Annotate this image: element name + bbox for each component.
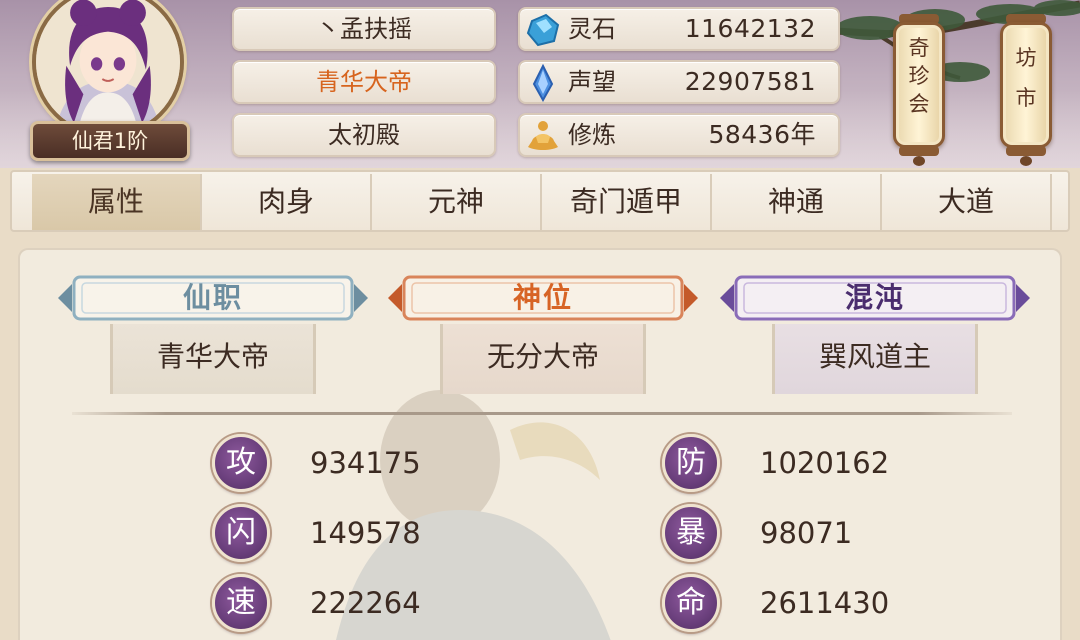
stat-value: 149578 — [310, 516, 421, 550]
lantern-cap — [1006, 146, 1046, 156]
meditation-icon — [528, 121, 558, 150]
treasure-fair-text: 奇珍会 — [908, 36, 930, 116]
rank-ribbon: 混沌 — [720, 272, 1030, 324]
stat-badge: 防 — [662, 434, 720, 492]
stat-value: 222264 — [310, 586, 421, 620]
resource-value: 22907581 — [684, 67, 816, 96]
resource-label: 修炼 — [568, 121, 616, 149]
lantern-tassel — [1020, 156, 1032, 166]
rank-value: 青华大帝 — [110, 324, 316, 394]
top-header: 仙君1阶 丶孟扶摇 青华大帝 太初殿 灵石 11642132 声望 229075… — [0, 0, 1080, 168]
stat-attack: 攻 934175 — [212, 434, 512, 494]
rank-ribbon: 仙职 — [58, 272, 368, 324]
attributes-panel: 仙职 青华大帝 神位 无分大帝 混沌 巽风道主 攻 934175 防 10201… — [18, 248, 1062, 640]
realm-rank-plate: 仙君1阶 — [30, 121, 190, 161]
tab-attributes[interactable]: 属性 — [32, 174, 202, 230]
stat-health: 命 2611430 — [662, 574, 962, 634]
player-name: 丶孟扶摇 — [232, 7, 496, 51]
market-button[interactable]: 坊市 — [1000, 12, 1052, 166]
stat-badge: 闪 — [212, 504, 270, 562]
stat-badge: 命 — [662, 574, 720, 632]
stat-defense: 防 1020162 — [662, 434, 962, 494]
stat-value: 98071 — [760, 516, 853, 550]
stat-value: 934175 — [310, 446, 421, 480]
tab-body[interactable]: 肉身 — [202, 174, 372, 230]
resource-spirit-stone: 灵石 11642132 — [518, 7, 840, 51]
resource-prestige: 声望 22907581 — [518, 60, 840, 104]
lantern-tassel — [913, 156, 925, 166]
player-avatar[interactable] — [28, 0, 188, 140]
stat-dodge: 闪 149578 — [212, 504, 512, 564]
stat-critical: 暴 98071 — [662, 504, 962, 564]
treasure-fair-button[interactable]: 奇珍会 — [893, 12, 945, 166]
rank-card-immortal-office: 仙职 青华大帝 — [58, 272, 368, 400]
section-divider — [72, 412, 1012, 415]
tab-soul[interactable]: 元神 — [372, 174, 542, 230]
rank-heading: 混沌 — [844, 281, 905, 314]
stat-value: 2611430 — [760, 586, 890, 620]
rank-heading: 神位 — [512, 281, 573, 314]
player-title: 青华大帝 — [232, 60, 496, 104]
character-portrait-icon — [36, 0, 180, 134]
prestige-crystal-icon — [532, 64, 554, 102]
spirit-stone-icon — [526, 13, 560, 47]
resource-value: 11642132 — [684, 14, 816, 43]
avatar-frame — [32, 0, 184, 138]
market-text: 坊市 — [1015, 46, 1037, 110]
resource-cultivation: 修炼 58436年 — [518, 113, 840, 157]
resource-label: 声望 — [568, 68, 616, 96]
lantern-cap — [899, 146, 939, 156]
tab-great-dao[interactable]: 大道 — [882, 174, 1052, 230]
rank-heading: 仙职 — [182, 281, 243, 314]
rank-ribbon: 神位 — [388, 272, 698, 324]
rank-value: 巽风道主 — [772, 324, 978, 394]
stat-speed: 速 222264 — [212, 574, 512, 634]
resource-value: 58436年 — [708, 120, 816, 149]
stat-badge: 暴 — [662, 504, 720, 562]
tab-qimen[interactable]: 奇门遁甲 — [542, 174, 712, 230]
stat-value: 1020162 — [760, 446, 890, 480]
stat-badge: 速 — [212, 574, 270, 632]
stat-badge: 攻 — [212, 434, 270, 492]
resource-label: 灵石 — [568, 15, 616, 43]
rank-value: 无分大帝 — [440, 324, 646, 394]
tab-divine-powers[interactable]: 神通 — [712, 174, 882, 230]
character-tab-bar: 属性 肉身 元神 奇门遁甲 神通 大道 — [10, 170, 1070, 232]
market-label: 坊市 — [1000, 38, 1052, 118]
rank-card-divine-seat: 神位 无分大帝 — [388, 272, 698, 400]
rank-card-chaos: 混沌 巽风道主 — [720, 272, 1030, 400]
treasure-fair-label: 奇珍会 — [893, 34, 945, 118]
player-hall: 太初殿 — [232, 113, 496, 157]
